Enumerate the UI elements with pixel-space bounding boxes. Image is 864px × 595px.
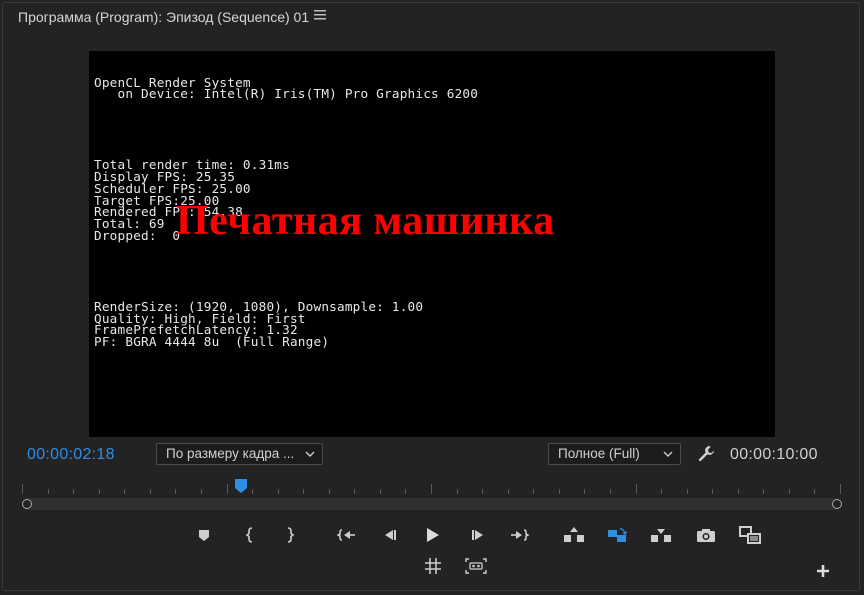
- ruler-tick: [22, 484, 23, 494]
- time-ruler[interactable]: [22, 474, 841, 496]
- ruler-tick: [227, 484, 228, 494]
- ruler-tick: [380, 489, 381, 494]
- zoom-level-value: По размеру кадра ...: [166, 446, 295, 461]
- step-back-button[interactable]: [378, 523, 402, 547]
- vr-video-button[interactable]: [464, 554, 488, 578]
- ruler-tick: [508, 489, 509, 494]
- add-marker-button[interactable]: [192, 523, 216, 547]
- comparison-view-icon: [739, 526, 761, 544]
- extract-icon: [608, 528, 627, 542]
- play-button[interactable]: [420, 523, 444, 547]
- vr-icon: [465, 558, 487, 574]
- wrench-icon[interactable]: [696, 444, 716, 464]
- plus-icon: [817, 565, 829, 577]
- ruler-tick: [559, 489, 560, 494]
- overwrite-icon: [651, 529, 671, 542]
- insert-overwrite-button[interactable]: [649, 523, 673, 547]
- chevron-down-icon: [305, 451, 315, 457]
- ruler-tick: [661, 489, 662, 494]
- ruler-tick: [431, 484, 432, 494]
- ruler-tick: [329, 489, 330, 494]
- zoom-scrollbar[interactable]: [22, 498, 840, 510]
- render-stat-line: on Device: Intel(R) Iris(TM) Pro Graphic…: [94, 86, 479, 102]
- panel-title[interactable]: Программа (Program): Эпизод (Sequence) 0…: [18, 9, 309, 25]
- ruler-tick: [482, 489, 483, 494]
- scrollbar-left-handle[interactable]: [22, 499, 32, 509]
- ruler-tick: [533, 489, 534, 494]
- go-to-out-button[interactable]: [507, 523, 531, 547]
- ruler-tick: [738, 489, 739, 494]
- step-forward-icon: [472, 530, 483, 540]
- comparison-view-button[interactable]: [738, 523, 762, 547]
- ruler-tick: [405, 489, 406, 494]
- ruler-tick: [73, 489, 74, 494]
- export-frame-button[interactable]: [694, 523, 718, 547]
- scrollbar-right-handle[interactable]: [832, 499, 842, 509]
- render-stat-line: PF: BGRA 4444 8u (Full Range): [94, 334, 330, 350]
- go-to-out-icon: [511, 529, 529, 541]
- mark-out-button[interactable]: [278, 523, 302, 547]
- playhead[interactable]: [234, 478, 248, 494]
- lift-icon: [564, 527, 584, 542]
- go-to-in-icon: [337, 529, 355, 541]
- ruler-tick: [584, 489, 585, 494]
- grid-icon: [425, 558, 441, 574]
- play-icon: [427, 528, 439, 542]
- ruler-tick: [814, 489, 815, 494]
- ruler-tick: [99, 489, 100, 494]
- ruler-tick: [763, 489, 764, 494]
- marker-icon: [199, 530, 209, 541]
- video-viewer: OpenCL Render System on Device: Intel(R)…: [89, 51, 775, 437]
- ruler-tick: [354, 489, 355, 494]
- ruler-tick: [150, 489, 151, 494]
- current-timecode[interactable]: 00:00:02:18: [27, 446, 115, 464]
- camera-icon: [697, 529, 715, 542]
- button-editor-button[interactable]: [811, 559, 835, 583]
- ruler-tick: [712, 489, 713, 494]
- ruler-tick: [789, 489, 790, 494]
- ruler-tick: [201, 489, 202, 494]
- playback-resolution-select[interactable]: Полное (Full): [548, 443, 681, 465]
- ruler-tick: [610, 489, 611, 494]
- ruler-tick: [457, 489, 458, 494]
- hamburger-menu-icon[interactable]: [314, 8, 326, 24]
- ruler-tick: [303, 489, 304, 494]
- zoom-level-select[interactable]: По размеру кадра ...: [156, 443, 323, 465]
- mark-out-icon: [287, 527, 295, 543]
- playback-resolution-value: Полное (Full): [558, 446, 640, 461]
- step-back-icon: [385, 530, 396, 540]
- ruler-tick: [175, 489, 176, 494]
- mark-in-button[interactable]: [238, 523, 262, 547]
- step-forward-button[interactable]: [466, 523, 490, 547]
- ruler-tick: [840, 484, 841, 494]
- duration-timecode: 00:00:10:00: [730, 446, 818, 463]
- mark-in-icon: [245, 527, 253, 543]
- chevron-down-icon: [663, 451, 673, 457]
- ruler-tick: [124, 489, 125, 494]
- go-to-in-button[interactable]: [335, 523, 359, 547]
- video-title-text: Печатная машинка: [176, 198, 555, 244]
- ruler-tick: [48, 489, 49, 494]
- ruler-tick: [278, 489, 279, 494]
- ruler-tick: [252, 489, 253, 494]
- ruler-tick: [687, 489, 688, 494]
- lift-button[interactable]: [562, 523, 586, 547]
- safe-margins-button[interactable]: [421, 554, 445, 578]
- ruler-tick: [636, 484, 637, 494]
- extract-button[interactable]: [605, 523, 629, 547]
